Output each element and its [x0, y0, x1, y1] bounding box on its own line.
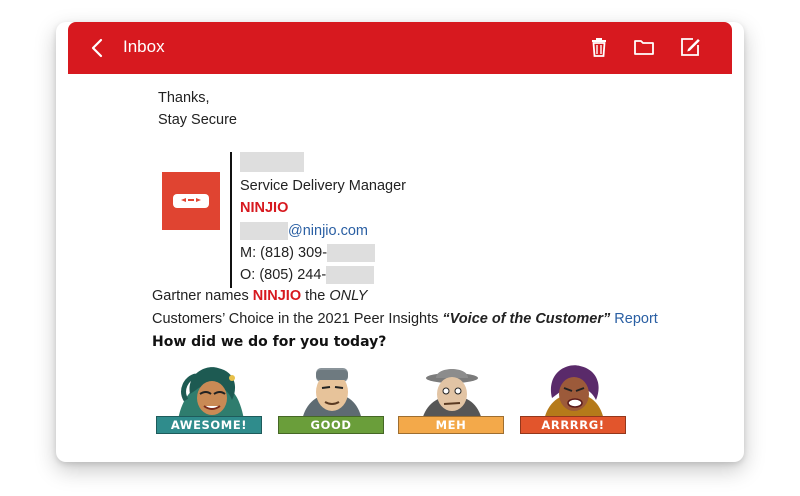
signature-office: O: (805) 244-: [240, 266, 375, 284]
header-title[interactable]: Inbox: [123, 37, 165, 57]
rating-meh-label: MEH: [398, 416, 504, 434]
promo-text-2: Customers’ Choice in the 2021 Peer Insig…: [152, 311, 443, 327]
closing-thanks: Thanks,: [158, 90, 210, 106]
signature-email[interactable]: @ninjio.com: [240, 222, 368, 240]
signature-mobile: M: (818) 309-: [240, 244, 376, 262]
ninja-meh-avatar-icon: [422, 369, 482, 420]
report-link[interactable]: Report: [610, 311, 658, 327]
promo-text-mid: the: [301, 288, 330, 304]
rating-arrrrg-label: ARRRRG!: [520, 416, 626, 434]
promo-quote: “Voice of the Customer”: [442, 311, 611, 327]
rating-arrrrg-button[interactable]: ARRRRG!: [520, 360, 626, 434]
rating-good-button[interactable]: GOOD: [278, 360, 384, 434]
promo-line-1: Gartner names NINJIO the ONLY: [152, 288, 367, 304]
rating-meh-button[interactable]: MEH: [398, 360, 504, 434]
rating-good-label: GOOD: [278, 416, 384, 434]
ninja-arrrrg-avatar-icon: [544, 365, 604, 420]
signature-divider: [230, 152, 232, 288]
ninjio-logo: [162, 172, 220, 230]
promo-line-2: Customers’ Choice in the 2021 Peer Insig…: [152, 311, 658, 327]
signature-company: NINJIO: [240, 200, 289, 216]
mobile-number: M: (818) 309-: [240, 244, 328, 261]
redacted-email-user: [240, 222, 288, 240]
ninja-awesome-avatar-icon: [178, 367, 244, 420]
rating-awesome-label: AWESOME!: [156, 416, 262, 434]
ninja-good-avatar-icon: [302, 368, 362, 420]
email-window: Inbox Thanks, Stay Secure Service Delive…: [56, 22, 744, 462]
promo-text: Gartner names: [152, 288, 253, 304]
ninja-mask-icon: [173, 194, 209, 208]
office-number: O: (805) 244-: [240, 266, 327, 283]
compose-icon[interactable]: [679, 36, 701, 58]
redacted-mobile: [327, 244, 376, 262]
rating-awesome-button[interactable]: AWESOME!: [156, 360, 262, 434]
signature-role: Service Delivery Manager: [240, 178, 407, 194]
promo-brand: NINJIO: [252, 288, 302, 304]
chevron-left-icon[interactable]: [90, 38, 104, 58]
email-header: Inbox: [68, 22, 732, 74]
redacted-name: [240, 152, 304, 172]
closing-stay-secure: Stay Secure: [158, 112, 237, 128]
email-domain[interactable]: @ninjio.com: [288, 223, 368, 239]
feedback-question: How did we do for you today?: [152, 334, 387, 350]
folder-icon[interactable]: [633, 36, 655, 58]
trash-icon[interactable]: [588, 36, 610, 58]
redacted-office: [326, 266, 375, 284]
promo-emphasis: ONLY: [329, 288, 368, 304]
